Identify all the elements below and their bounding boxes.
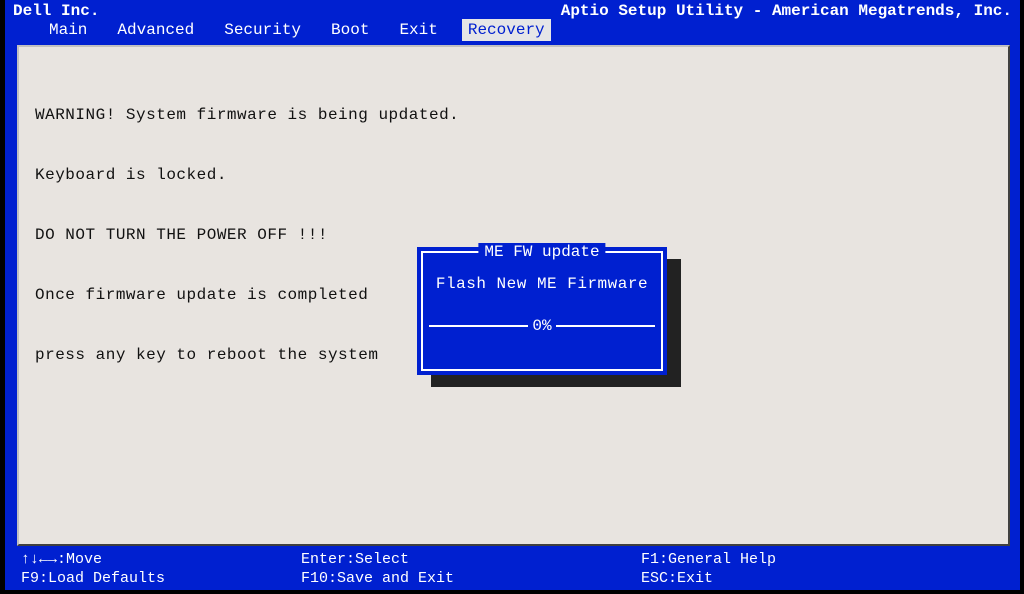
tab-exit[interactable]: Exit	[393, 19, 443, 41]
footer-col-2: Enter:Select F10:Save and Exit	[301, 550, 641, 588]
tab-boot[interactable]: Boot	[325, 19, 375, 41]
dialog-frame: ME FW update Flash New ME Firmware 0%	[421, 251, 663, 371]
footer-col-1: ↑↓←→:Move F9:Load Defaults	[21, 550, 301, 588]
progress-percent: 0%	[528, 317, 555, 335]
tab-advanced[interactable]: Advanced	[111, 19, 200, 41]
footer-bar: ↑↓←→:Move F9:Load Defaults Enter:Select …	[5, 548, 1020, 590]
tab-recovery[interactable]: Recovery	[462, 19, 551, 41]
utility-label: Aptio Setup Utility - American Megatrend…	[561, 2, 1012, 20]
bios-screen: Dell Inc. Aptio Setup Utility - American…	[5, 0, 1020, 590]
content-panel: WARNING! System firmware is being update…	[17, 45, 1010, 546]
hint-save: F10:Save and Exit	[301, 570, 641, 587]
warning-line-2: Keyboard is locked.	[35, 165, 992, 185]
tab-main[interactable]: Main	[43, 19, 93, 41]
hint-select: Enter:Select	[301, 551, 641, 568]
header-top: Dell Inc. Aptio Setup Utility - American…	[5, 0, 1020, 20]
update-dialog: ME FW update Flash New ME Firmware 0%	[417, 247, 667, 375]
warning-line-3: DO NOT TURN THE POWER OFF !!!	[35, 225, 992, 245]
progress-line-left	[429, 325, 528, 327]
progress-line-right	[556, 325, 655, 327]
hint-exit: ESC:Exit	[641, 570, 1004, 587]
hint-move: ↑↓←→:Move	[21, 551, 301, 568]
footer-col-3: F1:General Help ESC:Exit	[641, 550, 1004, 588]
warning-line-1: WARNING! System firmware is being update…	[35, 105, 992, 125]
hint-help: F1:General Help	[641, 551, 1004, 568]
tab-bar: Main Advanced Security Boot Exit Recover…	[5, 20, 1020, 44]
vendor-label: Dell Inc.	[13, 2, 99, 20]
hint-defaults: F9:Load Defaults	[21, 570, 301, 587]
dialog-title-wrap: ME FW update	[478, 243, 605, 261]
dialog-title: ME FW update	[484, 243, 599, 261]
tab-security[interactable]: Security	[218, 19, 307, 41]
progress-row: 0%	[429, 317, 655, 335]
